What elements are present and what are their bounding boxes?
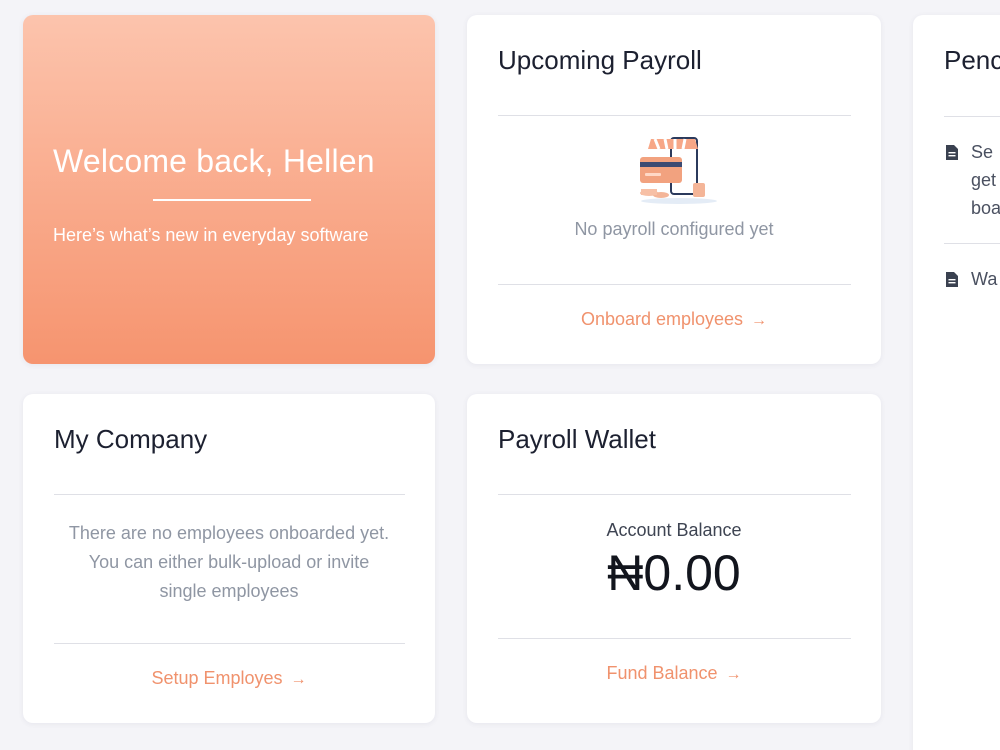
no-employees-text: There are no employees onboarded yet. Yo… — [53, 519, 405, 606]
payroll-store-card-illustration — [640, 137, 717, 204]
description-line: There are no employees onboarded yet. — [68, 523, 390, 543]
arrow-right-icon: → — [725, 666, 742, 683]
account-balance-value: ₦0.00 — [607, 545, 741, 601]
divider — [498, 115, 851, 116]
welcome-subtitle: Here’s what’s new in everyday software — [53, 225, 369, 245]
fund-balance-label: Fund Balance — [606, 663, 718, 683]
divider — [498, 494, 851, 495]
pending-item[interactable]: Wa — [945, 265, 1000, 293]
upcoming-payroll-card: Upcoming Payroll No payroll configured y… — [467, 15, 881, 364]
pending-item-line: get — [971, 170, 997, 190]
welcome-banner: Welcome back, Hellen Here’s what’s new i… — [23, 15, 435, 364]
payroll-wallet-title: Payroll Wallet — [498, 424, 656, 454]
divider — [54, 643, 405, 644]
welcome-title: Welcome back, Hellen — [53, 143, 375, 179]
no-payroll-text: No payroll configured yet — [574, 219, 774, 239]
pending-item[interactable]: Se get boa — [945, 138, 1000, 222]
upcoming-payroll-title: Upcoming Payroll — [498, 45, 702, 75]
setup-employees-label: Setup Employes — [151, 668, 283, 688]
my-company-title: My Company — [54, 424, 208, 454]
pending-item-line: Se — [971, 142, 994, 162]
pending-item-line: Wa — [971, 269, 998, 289]
divider — [944, 243, 1000, 244]
onboard-employees-label: Onboard employees — [580, 309, 744, 329]
divider — [54, 494, 405, 495]
arrow-right-icon: → — [751, 312, 768, 329]
onboard-employees-link[interactable]: Onboard employees → — [467, 309, 881, 330]
my-company-card: My Company There are no employees onboar… — [23, 394, 435, 723]
pending-title: Penc — [944, 45, 1000, 75]
account-balance-label: Account Balance — [606, 520, 742, 540]
pending-card: Penc Se get boa Wa — [913, 15, 1000, 750]
document-icon — [946, 272, 958, 287]
welcome-divider — [153, 199, 311, 201]
divider — [944, 116, 1000, 117]
document-icon — [946, 145, 958, 160]
divider — [498, 284, 851, 285]
payroll-wallet-card: Payroll Wallet Account Balance ₦0.00 Fun… — [467, 394, 881, 723]
arrow-right-icon: → — [290, 671, 307, 688]
fund-balance-link[interactable]: Fund Balance → — [467, 663, 881, 684]
pending-item-line: boa — [971, 198, 1000, 218]
description-line: You can either bulk-upload or invite — [88, 552, 370, 572]
divider — [498, 638, 851, 639]
setup-employees-link[interactable]: Setup Employes → — [23, 668, 435, 689]
description-line: single employees — [159, 581, 299, 601]
